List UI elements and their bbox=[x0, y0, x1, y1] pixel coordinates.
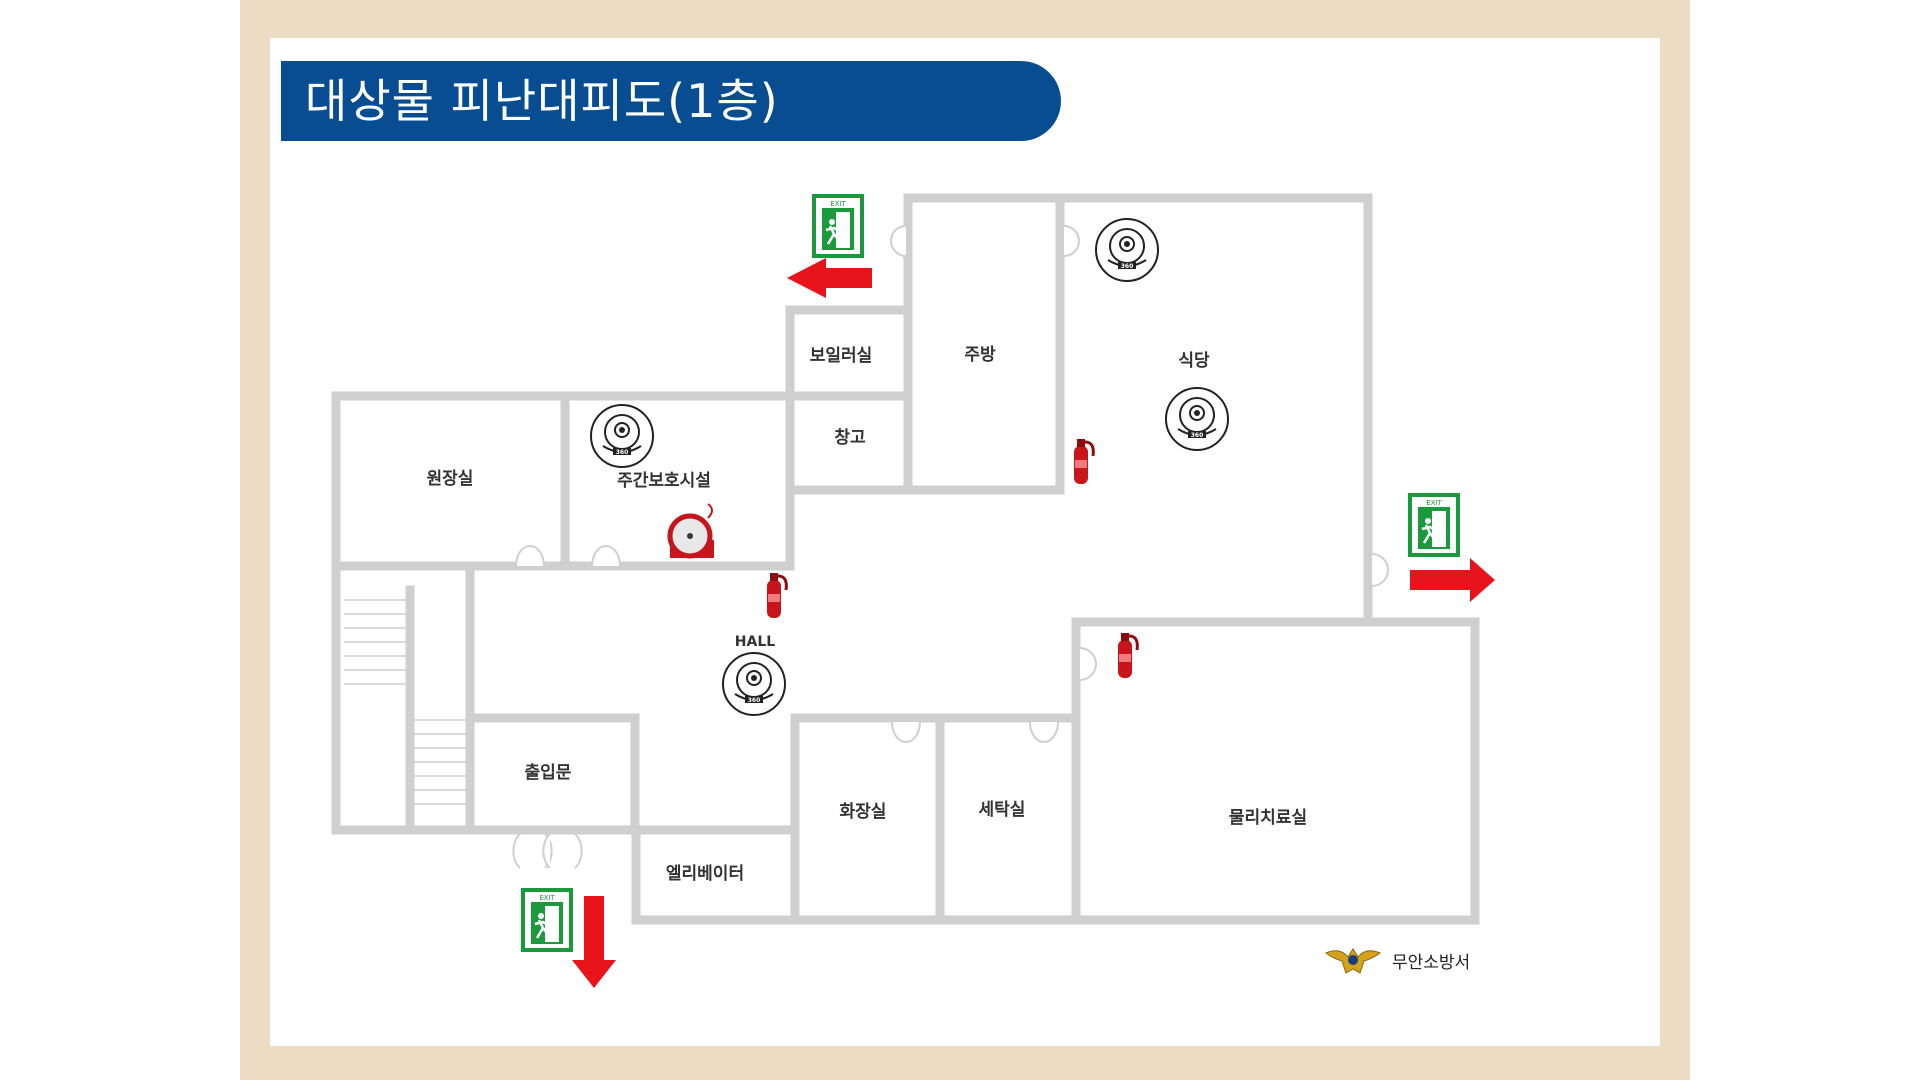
room-label-boiler: 보일러실 bbox=[810, 346, 873, 366]
room-label-physio: 물리치료실 bbox=[1229, 808, 1307, 828]
360-camera-icon bbox=[722, 652, 786, 716]
red-arrow-icon bbox=[787, 258, 872, 298]
room-label-restroom: 화장실 bbox=[840, 802, 887, 822]
room-label-elevator: 엘리베이터 bbox=[666, 864, 744, 884]
fire-extinguisher-icon bbox=[765, 571, 788, 620]
360-camera-icon bbox=[1165, 387, 1229, 451]
room-label-storage: 창고 bbox=[834, 428, 866, 448]
brand-name: 무안소방서 bbox=[1392, 952, 1471, 973]
fire-extinguisher-icon bbox=[1116, 631, 1139, 680]
room-label-hall: HALL bbox=[735, 634, 775, 650]
360-camera-icon bbox=[590, 404, 654, 468]
exit-sign-icon bbox=[1408, 493, 1460, 557]
door-swing-icon bbox=[512, 225, 1389, 869]
room-label-director: 원장실 bbox=[427, 469, 474, 489]
brand-footer: 무안소방서 bbox=[1324, 943, 1470, 977]
fire-department-emblem-icon bbox=[1325, 948, 1381, 974]
floor-plan: EXIT 360 bbox=[331, 193, 1495, 988]
room-label-dining: 식당 bbox=[1178, 351, 1210, 371]
fire-alarm-bell-icon bbox=[667, 503, 714, 559]
room-label-laundry: 세탁실 bbox=[979, 800, 1026, 820]
exit-sign-icon bbox=[812, 194, 864, 258]
360-camera-icon bbox=[1095, 218, 1159, 282]
room-label-daycare: 주간보호시설 bbox=[617, 471, 711, 491]
exit-sign-icon bbox=[521, 888, 573, 952]
fire-extinguisher-icon bbox=[1072, 437, 1095, 486]
room-label-kitchen: 주방 bbox=[964, 345, 996, 365]
red-arrow-icon bbox=[572, 896, 616, 988]
red-arrow-icon bbox=[1410, 558, 1495, 602]
room-label-entrance: 출입문 bbox=[525, 763, 572, 783]
